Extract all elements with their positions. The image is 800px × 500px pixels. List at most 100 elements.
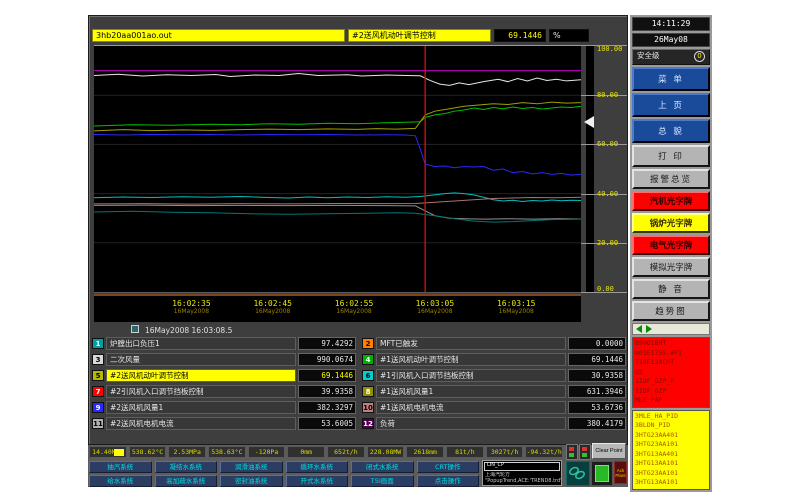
trend-value: 69.1446 xyxy=(494,29,546,42)
alarm-summary-button[interactable]: 报警总览 xyxy=(632,169,710,189)
param-row[interactable]: 12负荷380.4179 xyxy=(362,417,626,430)
status-cell: 81t/h xyxy=(446,446,484,458)
nav-button[interactable]: 凝结水系统 xyxy=(155,461,218,473)
alarm-tag-list-red: B99O1BHTN01E175S.#F1T18E12ACHTO21IDF_GZP… xyxy=(632,337,710,408)
alarm-tag-item[interactable]: 3HTG13AA401 xyxy=(633,450,709,460)
nav-button[interactable]: 润滑油系统 xyxy=(220,461,283,473)
param-row[interactable]: 8#1送风机风量1631.3946 xyxy=(362,385,626,398)
scroll-arrows xyxy=(632,323,710,335)
time-tick-date: 16May2008 xyxy=(238,308,308,315)
param-index: 5 xyxy=(92,370,104,381)
alarm-tag-item[interactable]: 1IDF_GZP xyxy=(633,387,709,397)
trend-line xyxy=(94,102,581,131)
annunciator-boiler[interactable]: 锅炉光字牌 xyxy=(632,213,710,233)
tag-field[interactable]: 3hb20aa001ao.out xyxy=(92,29,345,42)
nav-button[interactable]: 给水系统 xyxy=(89,475,152,487)
security-value: 0 xyxy=(694,51,705,62)
console-line3: "PopupTrend,ACE:'TREND8.trd'" xyxy=(483,478,561,484)
indicator-icon xyxy=(579,444,591,460)
alarm-tag-item[interactable]: 3BLDN_PID xyxy=(633,421,709,431)
alarm-tag-item[interactable]: N01E175S.#F1 xyxy=(633,349,709,359)
param-name: #2送风机动叶调节控制 xyxy=(106,369,296,382)
clear-point-button[interactable]: Clear Point xyxy=(592,443,626,459)
alarm-tag-item[interactable]: 3HTG23AA101 xyxy=(633,440,709,450)
param-value: 631.3946 xyxy=(568,385,626,398)
param-row[interactable]: 2MFT已触发0.0000 xyxy=(362,337,626,350)
param-name: #1送风机电机电流 xyxy=(376,401,566,414)
nav-button[interactable]: 开式水系统 xyxy=(286,475,349,487)
param-value: 53.6005 xyxy=(298,417,356,430)
param-row[interactable]: 1炉膛出口负压197.4292 xyxy=(92,337,356,350)
print-button[interactable]: 打 印 xyxy=(632,145,710,167)
annunciator-electric[interactable]: 电气光字牌 xyxy=(632,235,710,255)
time-tick: 16:03:1516May2008 xyxy=(481,299,551,315)
axis-tick-label: 100.00 xyxy=(597,45,622,53)
axis-tick-label: 40.00 xyxy=(597,190,618,198)
axis-tick-label: 80.00 xyxy=(597,91,618,99)
alarm-tag-item[interactable]: B99O1BHT xyxy=(633,339,709,349)
axis-tick-label: 20.00 xyxy=(597,239,618,247)
screen: 3hb20aa001ao.out #2送风机动叶调节控制 69.1446 % 1… xyxy=(0,0,800,500)
time-tick-date: 16May2008 xyxy=(319,308,389,315)
nav-button[interactable]: TSI画面 xyxy=(351,475,414,487)
trend-title-field[interactable]: #2送风机动叶调节控制 xyxy=(348,29,491,42)
y-axis-strip xyxy=(586,45,594,293)
security-level: 安全级 0 xyxy=(632,49,710,65)
overview-button[interactable]: 总 貌 xyxy=(632,119,710,143)
console-line1: LIN_CP xyxy=(484,462,560,471)
param-row[interactable]: 9#2送风机风量1382.3297 xyxy=(92,401,356,414)
alarm-tag-item[interactable]: T18E12ACHT xyxy=(633,358,709,368)
nav-button[interactable]: 循环水系统 xyxy=(286,461,349,473)
scroll-right-arrow-icon[interactable] xyxy=(646,325,652,333)
param-index: 6 xyxy=(362,370,374,381)
annunciator-analog[interactable]: 模拟光字牌 xyxy=(632,257,710,277)
param-value: 97.4292 xyxy=(298,337,356,350)
alarm-tag-item[interactable]: 3HTG23AA401 xyxy=(633,431,709,441)
menu-button[interactable]: 菜 单 xyxy=(632,67,710,91)
trend-chart-button[interactable]: 趋势图 xyxy=(632,301,710,321)
param-index: 8 xyxy=(362,386,374,397)
param-index: 7 xyxy=(92,386,104,397)
scroll-left-arrow-icon[interactable] xyxy=(636,325,642,333)
time-tick-label: 16:02:45 xyxy=(238,299,308,308)
alarm-tag-item[interactable]: O2 xyxy=(633,368,709,378)
alarm-tag-item[interactable]: MLE_PAF xyxy=(633,396,709,406)
param-row[interactable]: 6#1引风机入口调节挡板控制30.9358 xyxy=(362,369,626,382)
nav-button[interactable]: 密封油系统 xyxy=(220,475,283,487)
panel-select-icon[interactable] xyxy=(591,461,613,486)
param-row[interactable]: 3二次风量990.0674 xyxy=(92,353,356,366)
ack-plant-button[interactable]: Ack Plant xyxy=(614,461,627,484)
param-row[interactable]: 5#2送风机动叶调节控制69.1446 xyxy=(92,369,356,382)
alarm-tag-item[interactable]: 3HTG23AA101 xyxy=(633,469,709,479)
mute-button[interactable]: 静 音 xyxy=(632,279,710,299)
indicator-icon xyxy=(566,444,578,460)
time-tick: 16:02:5516May2008 xyxy=(319,299,389,315)
side-panel: 14:11:29 26May08 安全级 0 菜 单上 页总 貌打 印报警总览汽… xyxy=(630,15,712,492)
alarm-tag-item[interactable]: 3HTG13AA101 xyxy=(633,459,709,469)
alarm-tag-item[interactable]: 3HTG13AA101 xyxy=(633,478,709,488)
param-row[interactable]: 11#2送风机电机电流53.6005 xyxy=(92,417,356,430)
trend-plot-svg xyxy=(94,46,581,292)
param-row[interactable]: 4#1送风机动叶调节控制69.1446 xyxy=(362,353,626,366)
param-row[interactable]: 10#1送风机电机电流53.6736 xyxy=(362,401,626,414)
nav-button[interactable]: 闭式水系统 xyxy=(351,461,414,473)
status-cell: 538.62°C xyxy=(129,446,167,458)
param-row[interactable]: 7#2引风机入口调节挡板控制39.9358 xyxy=(92,385,356,398)
nav-button[interactable]: 点击操作 xyxy=(417,475,480,487)
annunciator-turbine[interactable]: 汽机光字牌 xyxy=(632,191,710,211)
time-tick: 16:02:3516May2008 xyxy=(156,299,226,315)
nav-button[interactable]: 抽汽系统 xyxy=(89,461,152,473)
alarm-tag-item[interactable]: 3MLE_HA_PID xyxy=(633,412,709,422)
timestamp-marker-icon xyxy=(131,325,139,333)
trend-plot[interactable] xyxy=(94,45,581,293)
param-name: #2送风机风量1 xyxy=(106,401,296,414)
link-icon[interactable] xyxy=(566,461,590,486)
param-name: 二次风量 xyxy=(106,353,296,366)
status-cell: 2.53MPa xyxy=(168,446,206,458)
page-up-button[interactable]: 上 页 xyxy=(632,93,710,117)
axis-pointer-icon[interactable] xyxy=(584,116,594,128)
trend-line xyxy=(94,211,581,222)
nav-button[interactable]: CRT操作 xyxy=(417,461,480,473)
nav-button[interactable]: 高加疏水系统 xyxy=(155,475,218,487)
alarm-tag-item[interactable]: 1IDF_GZP_F xyxy=(633,377,709,387)
